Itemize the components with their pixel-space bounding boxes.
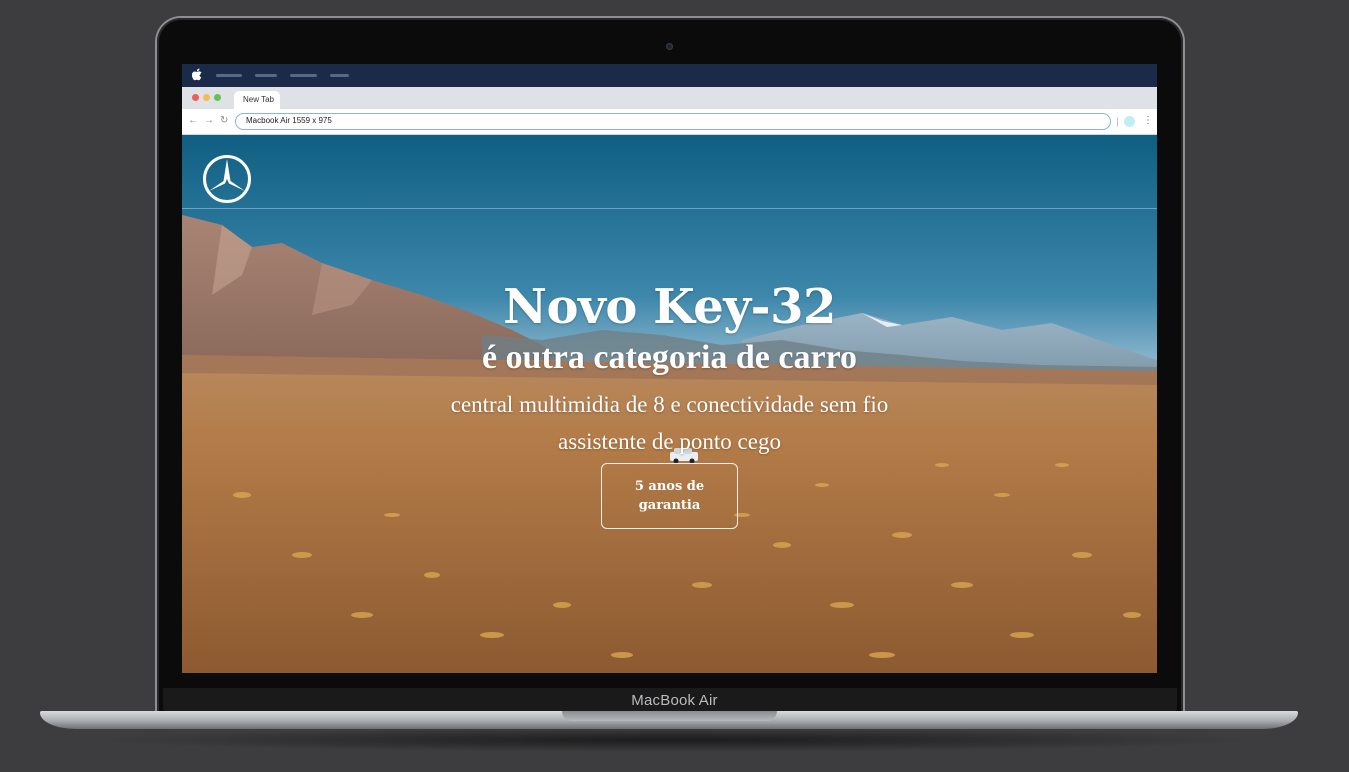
warranty-button[interactable]: 5 anos de garantia bbox=[601, 463, 738, 529]
hero-section: Novo Key-32 é outra categoria de carro c… bbox=[182, 135, 1157, 673]
header-divider bbox=[182, 208, 1157, 209]
menu-item[interactable] bbox=[255, 74, 277, 77]
browser-tab[interactable]: New Tab bbox=[234, 91, 280, 109]
reload-icon[interactable]: ↻ bbox=[220, 115, 228, 127]
forward-icon[interactable]: → bbox=[204, 115, 214, 127]
menu-item[interactable] bbox=[216, 74, 242, 77]
hero-subtitle: é outra categoria de carro bbox=[481, 339, 858, 376]
address-bar[interactable]: Macbook Air 1559 x 975 bbox=[235, 113, 1111, 130]
back-icon[interactable]: ← bbox=[188, 115, 198, 127]
laptop-notch bbox=[562, 711, 777, 721]
webcam bbox=[666, 43, 673, 50]
apple-icon[interactable] bbox=[191, 68, 203, 81]
device-label: MacBook Air bbox=[631, 692, 718, 709]
menu-dots-icon[interactable]: ⋮ bbox=[1143, 114, 1153, 128]
maximize-window-button[interactable] bbox=[214, 94, 221, 101]
hero-feature: central multimidia de 8 e conectividade … bbox=[450, 392, 889, 417]
menu-item[interactable] bbox=[330, 74, 349, 77]
browser-toolbar: ← → ↻ Macbook Air 1559 x 975 ⋮ bbox=[182, 109, 1157, 135]
screen: New Tab ← → ↻ Macbook Air 1559 x 975 ⋮ N… bbox=[182, 64, 1157, 673]
hero-title: Novo Key-32 bbox=[503, 279, 836, 335]
hero-feature: assistente de ponto cego bbox=[558, 429, 781, 454]
toolbar-divider bbox=[1117, 117, 1118, 127]
menubar bbox=[182, 64, 1157, 87]
minimize-window-button[interactable] bbox=[203, 94, 210, 101]
close-window-button[interactable] bbox=[192, 94, 199, 101]
star-logo-icon[interactable] bbox=[202, 154, 252, 204]
menu-item[interactable] bbox=[290, 74, 317, 77]
profile-icon[interactable] bbox=[1124, 116, 1135, 127]
laptop-shadow bbox=[90, 728, 1260, 752]
browser-tabstrip: New Tab bbox=[182, 87, 1157, 109]
